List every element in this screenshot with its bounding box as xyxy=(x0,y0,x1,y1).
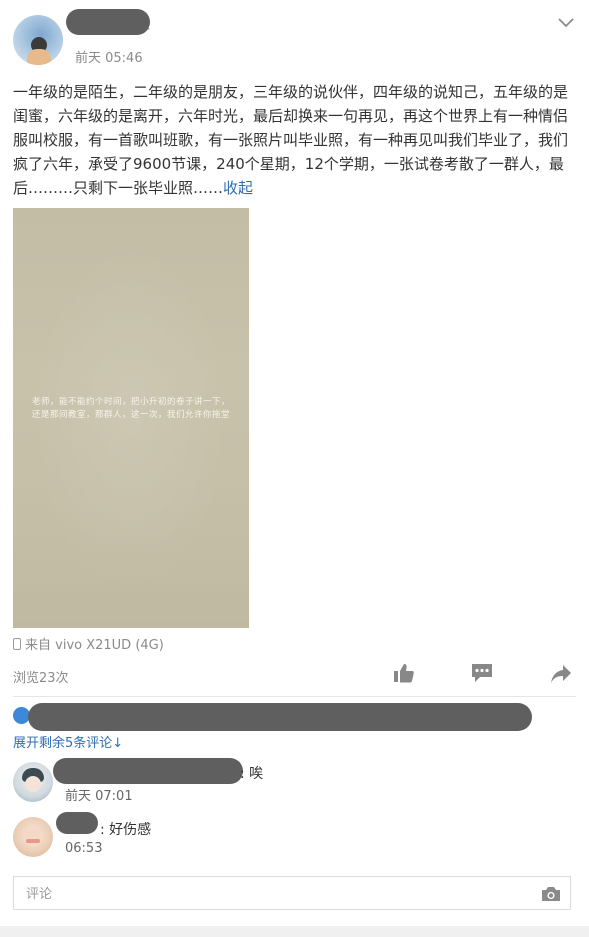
commenter-avatar[interactable] xyxy=(13,762,53,802)
comment-icon[interactable] xyxy=(471,663,493,683)
comment-text: : 唉 xyxy=(240,766,264,782)
divider xyxy=(13,696,576,697)
commenter-name-redaction xyxy=(56,812,98,834)
comment-text: : 好伤感 xyxy=(100,822,152,838)
device-label: 来自 vivo X21UD (4G) xyxy=(25,638,164,653)
author-name-redaction xyxy=(66,9,150,35)
device-info: 来自 vivo X21UD (4G) xyxy=(13,634,164,653)
author-avatar[interactable] xyxy=(13,15,63,65)
bottom-strip xyxy=(0,926,589,937)
post-text: 一年级的是陌生，二年级的是朋友，三年级的说伙伴，四年级的说知己，五年级的是闺蜜，… xyxy=(13,80,578,200)
thumbs-up-icon[interactable] xyxy=(393,663,415,683)
likers-redaction xyxy=(28,703,532,731)
view-count: 浏览23次 xyxy=(13,671,69,686)
comment-box[interactable] xyxy=(13,876,571,910)
post-image[interactable]: 老师，能不能约个时间，把小升初的卷子讲一下，还是那间教室，那群人，这一次，我们允… xyxy=(13,208,249,628)
comment-input[interactable] xyxy=(24,883,508,905)
commenter-avatar[interactable] xyxy=(13,817,53,857)
expand-comments-link[interactable]: 展开剩余5条评论↓ xyxy=(13,732,123,751)
collapse-link[interactable]: 收起 xyxy=(223,179,253,197)
comment-time: 06:53 xyxy=(65,841,103,856)
share-icon[interactable] xyxy=(550,664,572,684)
post-time: 前天 05:46 xyxy=(75,51,143,66)
phone-icon xyxy=(13,637,21,650)
commenter-name-redaction xyxy=(53,758,243,784)
comment-time: 前天 07:01 xyxy=(65,789,133,804)
image-caption: 老师，能不能约个时间，把小升初的卷子讲一下，还是那间教室，那群人，这一次，我们允… xyxy=(31,397,230,420)
post-body: 一年级的是陌生，二年级的是朋友，三年级的说伙伴，四年级的说知己，五年级的是闺蜜，… xyxy=(13,83,569,197)
camera-icon[interactable] xyxy=(541,886,561,902)
chevron-down-icon[interactable] xyxy=(557,17,575,29)
